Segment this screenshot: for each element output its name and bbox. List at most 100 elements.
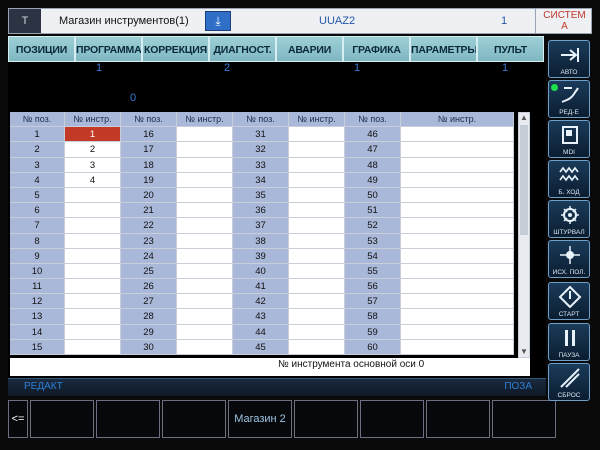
- tab-parameters[interactable]: ПАРАМЕТРЫ: [410, 36, 477, 62]
- tool-cell[interactable]: [65, 187, 121, 204]
- position-cell: 6: [10, 203, 65, 219]
- tool-cell[interactable]: [177, 127, 233, 143]
- table-header-row: № поз. № инстр. № поз. № инстр. № поз. № инст…: [10, 112, 520, 128]
- tool-cell[interactable]: [401, 218, 514, 234]
- tool-cell[interactable]: [65, 203, 121, 219]
- tab-positions[interactable]: ПОЗИЦИИ: [8, 36, 75, 62]
- mode-button-sbros[interactable]: СБРОС: [548, 363, 590, 401]
- mode-button-bhod[interactable]: Б. ХОД: [548, 160, 590, 198]
- tool-cell[interactable]: [401, 233, 514, 249]
- tool-cell[interactable]: [289, 172, 345, 188]
- tool-cell[interactable]: [177, 309, 233, 325]
- mode-button-iskhpol[interactable]: ИСХ. ПОЛ.: [548, 240, 590, 278]
- tool-cell[interactable]: [401, 294, 514, 310]
- tab-graphics[interactable]: ГРАФИКА: [343, 36, 410, 62]
- tool-cell[interactable]: [177, 218, 233, 234]
- tool-cell[interactable]: [289, 294, 345, 310]
- softkey-6[interactable]: [360, 400, 424, 438]
- tool-cell[interactable]: [65, 339, 121, 355]
- tool-cell[interactable]: 1: [65, 127, 121, 143]
- tool-cell[interactable]: [289, 263, 345, 280]
- softkey-5[interactable]: [294, 400, 358, 438]
- tool-cell[interactable]: [401, 339, 514, 355]
- tab-correction[interactable]: КОРРЕКЦИЯ: [142, 36, 209, 62]
- mode-button-avto[interactable]: АВТО: [548, 40, 590, 78]
- tool-cell[interactable]: 4: [65, 172, 121, 188]
- tool-cell[interactable]: [289, 248, 345, 264]
- position-cell: 7: [10, 218, 65, 234]
- tool-cell[interactable]: [289, 142, 345, 158]
- tool-cell[interactable]: [289, 279, 345, 295]
- tool-cell[interactable]: [401, 309, 514, 325]
- tool-cell[interactable]: [177, 324, 233, 340]
- softkey-2[interactable]: [96, 400, 160, 438]
- tab-program[interactable]: ПРОГРАММА: [75, 36, 142, 62]
- scroll-thumb[interactable]: [520, 125, 528, 235]
- tab-diagnostics[interactable]: ДИАГНОСТ.: [209, 36, 276, 62]
- tool-cell[interactable]: [177, 263, 233, 280]
- tool-cell[interactable]: [401, 187, 514, 204]
- tool-cell[interactable]: 2: [65, 142, 121, 158]
- tool-cell[interactable]: [177, 172, 233, 188]
- tool-cell[interactable]: [289, 187, 345, 204]
- softkey-3[interactable]: [162, 400, 226, 438]
- position-cell: 1: [10, 127, 65, 143]
- download-icon[interactable]: ⤓: [205, 11, 231, 31]
- tool-cell[interactable]: [289, 157, 345, 173]
- tool-cell[interactable]: [177, 142, 233, 158]
- tool-cell[interactable]: [401, 248, 514, 264]
- tool-cell[interactable]: [289, 233, 345, 249]
- tool-cell[interactable]: [289, 127, 345, 143]
- tool-cell[interactable]: [289, 324, 345, 340]
- table-scrollbar[interactable]: ▲ ▼: [518, 112, 530, 358]
- table-row: 5 20 35 50: [10, 187, 520, 204]
- tool-cell[interactable]: [177, 248, 233, 264]
- system-button[interactable]: СИСТЕМ А: [535, 9, 593, 33]
- position-cell: 46: [345, 127, 401, 143]
- tool-cell[interactable]: [401, 263, 514, 280]
- tab-console[interactable]: ПУЛЬТ: [477, 36, 544, 62]
- mode-button-mdi[interactable]: MDI: [548, 120, 590, 158]
- tool-cell[interactable]: [177, 187, 233, 204]
- tool-cell[interactable]: [65, 233, 121, 249]
- tool-cell[interactable]: [177, 339, 233, 355]
- mode-button-shturval[interactable]: ШТУРВАЛ: [548, 200, 590, 238]
- mode-button-start[interactable]: СТАРТ: [548, 282, 590, 320]
- tool-cell[interactable]: [401, 279, 514, 295]
- tool-cell[interactable]: [289, 339, 345, 355]
- tool-cell[interactable]: [65, 309, 121, 325]
- tool-cell[interactable]: [65, 279, 121, 295]
- mode-button-pauza[interactable]: ПАУЗА: [548, 323, 590, 361]
- tab-alarms[interactable]: АВАРИИ: [276, 36, 343, 62]
- tool-cell[interactable]: [401, 127, 514, 143]
- softkey-1[interactable]: [30, 400, 94, 438]
- tool-cell[interactable]: [177, 203, 233, 219]
- softkey-7[interactable]: [426, 400, 490, 438]
- back-softkey[interactable]: <=: [8, 400, 28, 438]
- tool-cell[interactable]: 3: [65, 157, 121, 173]
- table-row: 3 3 18 33 48: [10, 157, 520, 173]
- tool-cell[interactable]: [289, 309, 345, 325]
- tool-cell[interactable]: [401, 172, 514, 188]
- tool-cell[interactable]: [401, 157, 514, 173]
- tool-cell[interactable]: [289, 218, 345, 234]
- mode-button-red[interactable]: РЕД-Е: [548, 80, 590, 118]
- table-row: 14 29 44 59: [10, 324, 520, 340]
- tool-cell[interactable]: [65, 294, 121, 310]
- tool-cell[interactable]: [65, 324, 121, 340]
- tool-cell[interactable]: [177, 157, 233, 173]
- tool-cell[interactable]: [65, 218, 121, 234]
- tool-cell[interactable]: [177, 279, 233, 295]
- tool-cell[interactable]: [65, 263, 121, 280]
- tool-cell[interactable]: [401, 142, 514, 158]
- tool-cell[interactable]: [65, 248, 121, 264]
- scroll-up-icon[interactable]: ▲: [519, 113, 529, 123]
- tool-cell[interactable]: [401, 324, 514, 340]
- tool-cell[interactable]: [289, 203, 345, 219]
- scroll-down-icon[interactable]: ▼: [519, 347, 529, 357]
- tool-cell[interactable]: [177, 294, 233, 310]
- softkey-magazine-2[interactable]: Магазин 2: [228, 400, 292, 438]
- softkey-8[interactable]: [492, 400, 556, 438]
- tool-cell[interactable]: [401, 203, 514, 219]
- tool-cell[interactable]: [177, 233, 233, 249]
